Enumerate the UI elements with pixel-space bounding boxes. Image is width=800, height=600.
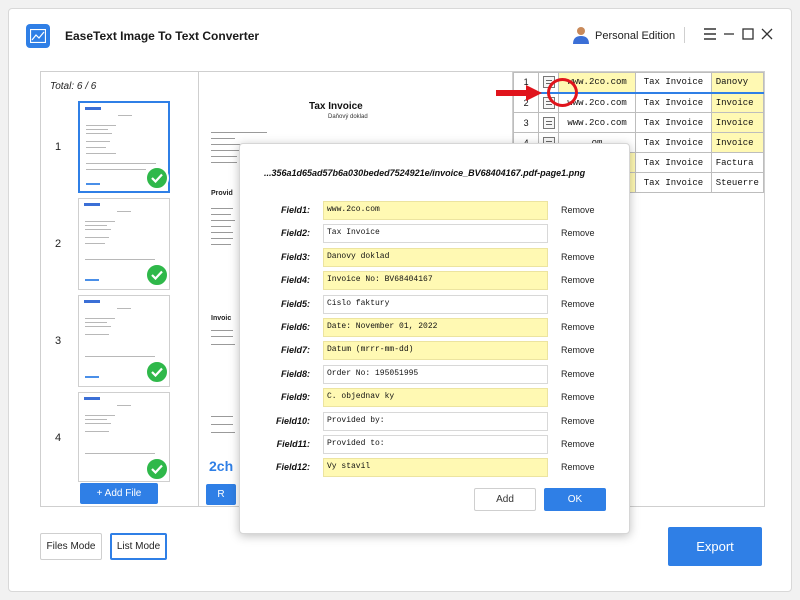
field-label: Field8: — [280, 368, 310, 379]
table-cell[interactable]: Tax Invoice — [635, 92, 712, 113]
remove-field-button[interactable]: Remove — [561, 345, 595, 355]
remove-field-button[interactable]: Remove — [561, 392, 595, 402]
file-number: 4 — [55, 432, 62, 444]
maximize-icon[interactable] — [740, 26, 756, 42]
remove-field-button[interactable]: Remove — [561, 462, 595, 472]
field-input[interactable]: Provided by: — [323, 411, 548, 431]
app-window: EaseText Image To Text Converter Persona… — [8, 8, 792, 592]
edit-fields-button[interactable] — [538, 112, 560, 133]
field-input[interactable]: Datum (mrrr-mm-dd) — [323, 341, 548, 361]
callout-circle — [547, 78, 578, 107]
edition-label: Personal Edition — [595, 30, 676, 42]
table-cell[interactable]: Invoice — [710, 132, 764, 153]
field-input[interactable]: C. objednav ky — [323, 388, 548, 408]
user-icon — [573, 27, 589, 44]
field-input[interactable]: Cislo faktury — [323, 294, 548, 314]
table-cell[interactable]: Danovy — [710, 72, 764, 94]
list-mode-button[interactable]: List Mode — [110, 533, 167, 560]
done-check-icon — [145, 263, 169, 287]
field-label: Field9: — [280, 392, 310, 403]
field-label: Field5: — [280, 298, 310, 309]
remove-field-button[interactable]: Remove — [561, 322, 595, 332]
table-cell[interactable]: www.2co.com — [558, 112, 637, 133]
done-check-icon — [145, 360, 169, 384]
remove-field-button[interactable]: Remove — [561, 416, 595, 426]
field-input[interactable]: Order No: 195051995 — [323, 364, 548, 384]
table-cell[interactable]: Tax Invoice — [635, 172, 712, 193]
title-divider — [684, 27, 685, 43]
remove-field-button[interactable]: Remove — [561, 205, 595, 215]
field-label: Field3: — [280, 251, 310, 262]
doc-heading: Provid — [211, 190, 233, 197]
field-input[interactable]: Tax Invoice — [323, 224, 548, 244]
table-cell[interactable]: Invoice — [710, 92, 764, 113]
field-label: Field11: — [276, 439, 310, 449]
add-field-button[interactable]: Add — [474, 488, 536, 511]
total-count: Total: 6 / 6 — [50, 81, 97, 92]
doc-heading: Invoic — [211, 315, 232, 322]
table-cell[interactable]: Tax Invoice — [635, 152, 712, 173]
field-label: Field1: — [280, 205, 310, 215]
file-number: 1 — [55, 141, 62, 153]
add-file-button[interactable]: + Add File — [80, 483, 158, 504]
remove-field-button[interactable]: Remove — [561, 439, 595, 449]
field-label: Field4: — [280, 275, 310, 286]
field-input[interactable]: www.2co.com — [323, 201, 548, 220]
files-mode-button[interactable]: Files Mode — [40, 533, 102, 560]
field-label: Field6: — [280, 322, 310, 332]
remove-field-button[interactable]: Remove — [561, 228, 595, 238]
export-button[interactable]: Export — [668, 527, 762, 566]
table-row[interactable]: 3 www.2co.com Tax Invoice Invoice — [513, 112, 764, 133]
row-number: 3 — [513, 112, 540, 133]
doc-partial-button[interactable]: R — [206, 484, 236, 505]
field-input[interactable]: Date: November 01, 2022 — [323, 318, 548, 337]
field-label: Field7: — [280, 345, 310, 356]
file-list-panel: Total: 6 / 6 1 2 3 4 — [40, 71, 199, 507]
file-number: 2 — [55, 238, 62, 250]
table-cell[interactable]: Tax Invoice — [635, 132, 712, 153]
field-input[interactable]: Invoice No: BV68404167 — [323, 271, 548, 291]
doc-subtitle: Daňový doklad — [328, 114, 368, 120]
callout-arrow-icon — [496, 85, 542, 101]
done-check-icon — [145, 166, 169, 190]
edit-fields-icon — [542, 116, 555, 129]
doc-title: Tax Invoice — [309, 101, 363, 112]
table-cell[interactable]: Tax Invoice — [635, 72, 712, 94]
remove-field-button[interactable]: Remove — [561, 252, 595, 262]
app-title: EaseText Image To Text Converter — [65, 29, 260, 43]
table-cell[interactable]: Steuerre — [710, 172, 764, 193]
field-label: Field12: — [275, 462, 310, 473]
remove-field-button[interactable]: Remove — [561, 275, 595, 285]
field-input[interactable]: Danovy doklad — [323, 247, 548, 267]
field-editor-dialog: ...356a1d65ad57b6a030beded7524921e/invoi… — [239, 143, 630, 534]
minimize-icon[interactable] — [721, 26, 737, 42]
field-input[interactable]: Vy stavil — [323, 458, 548, 478]
app-logo-icon — [26, 24, 50, 48]
field-label: Field10: — [275, 415, 310, 426]
field-label: Field2: — [280, 228, 310, 239]
remove-field-button[interactable]: Remove — [561, 369, 595, 379]
ok-button[interactable]: OK — [544, 488, 606, 511]
table-cell[interactable]: Factura — [710, 152, 764, 173]
file-number: 3 — [55, 335, 62, 347]
table-cell[interactable]: Invoice — [710, 112, 764, 133]
thumb-logo — [85, 107, 101, 110]
done-check-icon — [145, 457, 169, 481]
dialog-file-path: ...356a1d65ad57b6a030beded7524921e/invoi… — [264, 168, 586, 178]
table-cell[interactable]: Tax Invoice — [635, 112, 712, 133]
close-icon[interactable] — [759, 26, 775, 42]
remove-field-button[interactable]: Remove — [561, 299, 595, 309]
doc-partial-heading: 2ch — [209, 458, 234, 474]
field-input[interactable]: Provided to: — [323, 435, 548, 454]
menu-icon[interactable] — [702, 26, 718, 42]
